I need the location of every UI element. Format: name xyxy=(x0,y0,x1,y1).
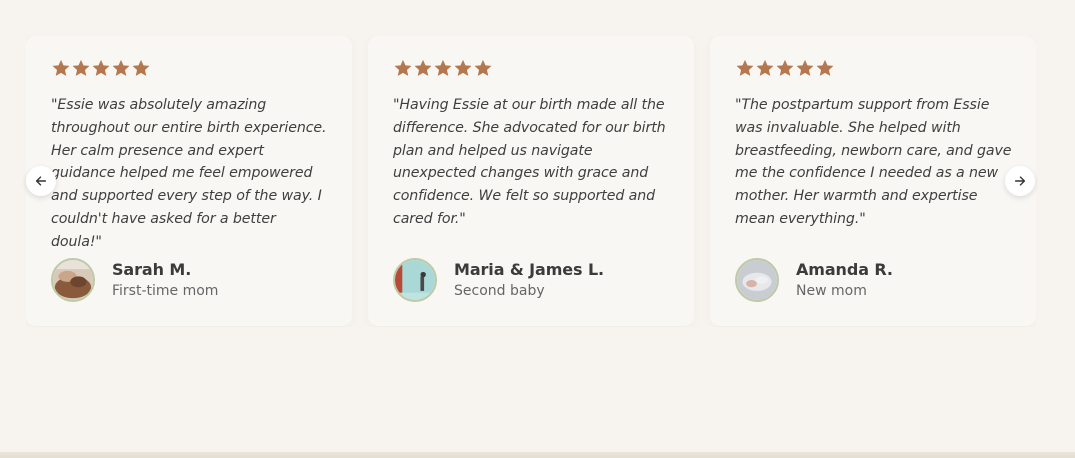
star-rating xyxy=(393,58,670,80)
carousel-prev-button[interactable] xyxy=(26,166,56,196)
star-icon xyxy=(71,58,91,78)
avatar xyxy=(393,258,437,302)
author-info: Amanda R. New mom xyxy=(796,260,893,300)
author-name: Maria & James L. xyxy=(454,260,605,279)
star-icon xyxy=(755,58,775,78)
star-icon xyxy=(433,58,453,78)
testimonials-carousel: "Essie was absolutely amazing throughout… xyxy=(26,36,1036,327)
star-icon xyxy=(735,58,755,78)
testimonial-card: "The postpartum support from Essie was i… xyxy=(710,36,1036,326)
author-name: Amanda R. xyxy=(796,260,893,279)
star-icon xyxy=(131,58,151,78)
testimonial-quote: "Essie was absolutely amazing throughout… xyxy=(51,97,327,250)
star-icon xyxy=(795,58,815,78)
author-info: Maria & James L. Second baby xyxy=(454,260,604,300)
author-role: New mom xyxy=(796,283,867,299)
star-icon xyxy=(51,58,71,78)
author-info: Sarah M. First-time mom xyxy=(112,260,218,300)
star-icon xyxy=(473,58,493,78)
star-icon xyxy=(453,58,473,78)
testimonial-card: "Having Essie at our birth made all the … xyxy=(368,36,694,326)
star-rating xyxy=(51,58,328,80)
testimonial-card: "Essie was absolutely amazing throughout… xyxy=(26,36,352,326)
testimonial-quote: "Having Essie at our birth made all the … xyxy=(393,97,666,227)
star-rating xyxy=(735,58,1012,80)
star-icon xyxy=(775,58,795,78)
testimonials-section: "Essie was absolutely amazing throughout… xyxy=(0,0,1075,452)
testimonial-quote: "The postpartum support from Essie was i… xyxy=(735,97,1012,227)
testimonial-author: Sarah M. First-time mom xyxy=(51,258,218,302)
author-name: Sarah M. xyxy=(112,260,192,279)
author-role: First-time mom xyxy=(112,283,219,299)
star-icon xyxy=(393,58,413,78)
testimonial-author: Amanda R. New mom xyxy=(735,258,893,302)
arrow-left-icon xyxy=(34,174,48,188)
avatar xyxy=(735,258,779,302)
star-icon xyxy=(91,58,111,78)
author-role: Second baby xyxy=(454,283,545,299)
star-icon xyxy=(111,58,131,78)
avatar xyxy=(51,258,95,302)
arrow-right-icon xyxy=(1013,174,1027,188)
carousel-next-button[interactable] xyxy=(1005,166,1035,196)
star-icon xyxy=(413,58,433,78)
star-icon xyxy=(815,58,835,78)
section-divider xyxy=(0,452,1075,458)
testimonial-author: Maria & James L. Second baby xyxy=(393,258,604,302)
